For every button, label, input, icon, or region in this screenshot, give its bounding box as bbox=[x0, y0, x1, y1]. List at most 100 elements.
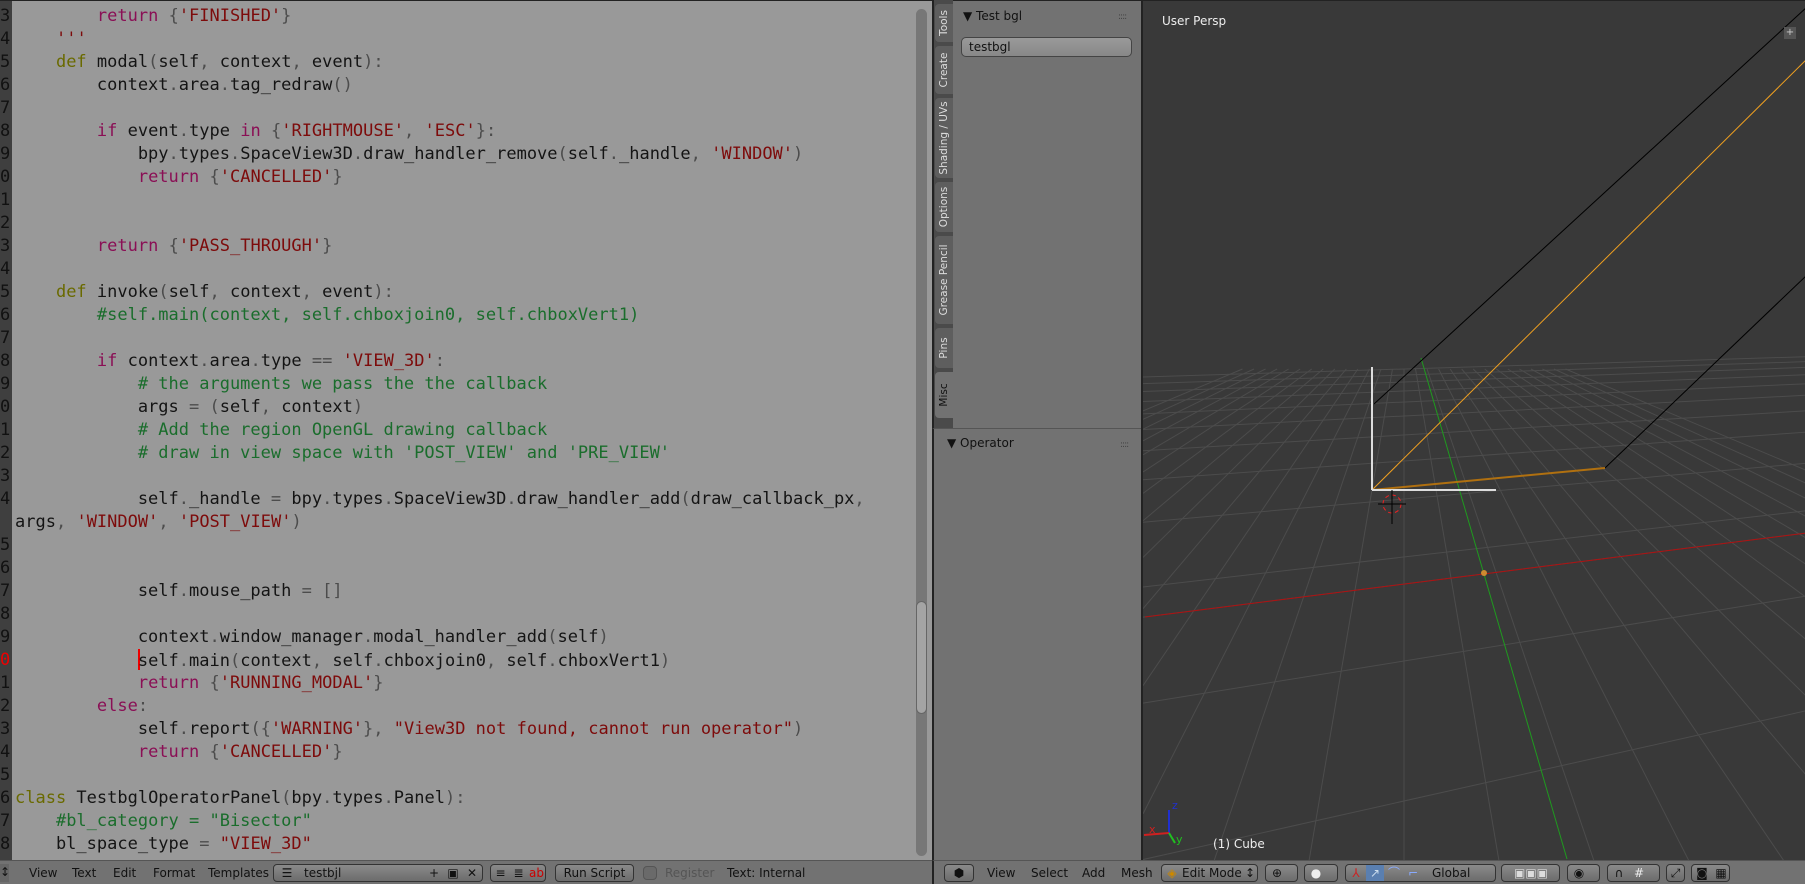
mesh-select-mode-icons: ▣▣▣ bbox=[1513, 866, 1548, 880]
code-line[interactable]: def modal(self, context, event): bbox=[15, 51, 384, 74]
code-line[interactable]: #self.main(context, self.chboxjoin0, sel… bbox=[15, 304, 639, 327]
menu-templates[interactable]: Templates bbox=[208, 866, 269, 880]
code-line[interactable]: if event.type in {'RIGHTMOUSE', 'ESC'}: bbox=[15, 120, 496, 143]
rotate-manipulator-icon[interactable]: ⌒ bbox=[1385, 865, 1403, 881]
proportional-editing-dropdown[interactable]: ◉ bbox=[1567, 864, 1600, 882]
menu-edit[interactable]: Edit bbox=[113, 866, 136, 880]
code-line[interactable]: # draw in view space with 'POST_VIEW' an… bbox=[15, 442, 670, 465]
line-numbers-toggle-icon[interactable]: ≡ bbox=[492, 865, 509, 881]
code-line[interactable]: # Add the region OpenGL drawing callback bbox=[15, 419, 547, 442]
menu-view[interactable]: View bbox=[29, 866, 57, 880]
code-line[interactable]: return {'CANCELLED'} bbox=[15, 741, 343, 764]
tool-shelf: ▼ Test bgl :::: testbgl bbox=[953, 0, 1141, 428]
grid-line bbox=[1213, 368, 1382, 860]
panel-header-test-bgl[interactable]: ▼ Test bgl bbox=[963, 9, 1022, 23]
drag-grip-icon[interactable]: :::: bbox=[1118, 12, 1127, 22]
viewport-shading-dropdown[interactable]: ● bbox=[1304, 864, 1338, 882]
grid-line bbox=[1143, 368, 1359, 686]
code-line[interactable]: class TestbglOperatorPanel(bpy.types.Pan… bbox=[15, 787, 465, 810]
text-datablock-selector[interactable]: ☰ testbjl + ▣ ✕ bbox=[273, 864, 483, 882]
tab-pins[interactable]: Pins bbox=[935, 328, 953, 368]
code-line[interactable]: if context.area.type == 'VIEW_3D': bbox=[15, 350, 445, 373]
register-label: Register bbox=[665, 866, 715, 880]
unlink-text-icon[interactable]: ✕ bbox=[464, 865, 480, 881]
mode-dropdown[interactable]: ◈ Edit Mode ↕ bbox=[1161, 864, 1258, 882]
menu-text[interactable]: Text bbox=[72, 866, 96, 880]
manipulator-toggle-icon[interactable]: ⅄ bbox=[1347, 865, 1365, 881]
code-line[interactable]: return {'FINISHED'} bbox=[15, 5, 292, 28]
line-number: 4 bbox=[0, 259, 11, 279]
code-line[interactable]: self._handle = bpy.types.SpaceView3D.dra… bbox=[15, 488, 865, 511]
code-line[interactable]: args = (self, context) bbox=[15, 396, 363, 419]
line-number: 3 bbox=[0, 6, 11, 26]
scrollbar-thumb[interactable] bbox=[916, 601, 927, 714]
menu-add[interactable]: Add bbox=[1082, 866, 1105, 880]
line-number: 0 bbox=[0, 167, 11, 187]
editor-type-button[interactable]: ⬢ bbox=[944, 864, 974, 882]
operator-panel: ▼ Operator :::: bbox=[932, 428, 1141, 860]
code-line[interactable]: #bl_category = "Bisector" bbox=[15, 810, 312, 833]
panel-header-operator[interactable]: ▼ Operator bbox=[947, 436, 1014, 450]
3d-viewport[interactable]: z x y User Persp (1) Cube + bbox=[1141, 0, 1805, 860]
pivot-point-dropdown[interactable]: ⊕ bbox=[1265, 864, 1298, 882]
code-line[interactable]: context.area.tag_redraw() bbox=[15, 74, 353, 97]
snap-controls[interactable]: ∩ # bbox=[1607, 864, 1660, 882]
display-toggles: ≡ ≣ ab bbox=[490, 864, 546, 882]
tab-shading-uvs[interactable]: Shading / UVs bbox=[935, 98, 953, 178]
testbgl-button[interactable]: testbgl bbox=[961, 37, 1132, 57]
syntax-highlight-toggle-icon[interactable]: ab bbox=[528, 865, 545, 881]
code-line[interactable]: return {'PASS_THROUGH'} bbox=[15, 235, 332, 258]
code-line[interactable]: self.report({'WARNING'}, "View3D not fou… bbox=[15, 718, 803, 741]
line-number: 9 bbox=[0, 627, 11, 647]
layer-display-buttons[interactable]: ▣▣▣ bbox=[1501, 864, 1560, 882]
disclosure-triangle-icon: ▼ bbox=[947, 436, 961, 450]
text-browse-icon[interactable]: ☰ bbox=[276, 865, 298, 881]
code-line[interactable]: bl_space_type = "VIEW_3D" bbox=[15, 833, 312, 856]
orientation-dropdown[interactable]: Global bbox=[1432, 865, 1470, 881]
render-buttons[interactable]: ◙ ▦ bbox=[1691, 864, 1730, 882]
tab-create[interactable]: Create bbox=[935, 46, 953, 94]
tab-misc[interactable]: Misc bbox=[935, 372, 953, 418]
menu-view[interactable]: View bbox=[987, 866, 1015, 880]
new-text-icon[interactable]: + bbox=[426, 865, 442, 881]
code-line[interactable]: return {'RUNNING_MODAL'} bbox=[15, 672, 384, 695]
shading-icon: ● bbox=[1310, 866, 1322, 880]
word-wrap-toggle-icon[interactable]: ≣ bbox=[510, 865, 527, 881]
tab-options[interactable]: Options bbox=[935, 182, 953, 232]
tab-label: Pins bbox=[938, 337, 950, 359]
line-number: 5 bbox=[0, 535, 11, 555]
scale-manipulator-icon[interactable]: ⌐ bbox=[1404, 865, 1422, 881]
editor-type-icon[interactable]: ↕ bbox=[0, 864, 10, 882]
code-line[interactable]: context.window_manager.modal_handler_add… bbox=[15, 626, 609, 649]
tab-grease-pencil[interactable]: Grease Pencil bbox=[935, 236, 953, 324]
expand-properties-icon[interactable]: + bbox=[1784, 27, 1796, 39]
tab-tools[interactable]: Tools bbox=[935, 4, 953, 42]
code-line[interactable]: self.mouse_path = [] bbox=[15, 580, 343, 603]
run-script-button[interactable]: Run Script bbox=[555, 864, 634, 882]
open-text-icon[interactable]: ▣ bbox=[444, 865, 462, 881]
edit-mode-icon: ◈ bbox=[1167, 866, 1177, 880]
grid-line bbox=[1426, 368, 1595, 860]
axis-widget-label: y bbox=[1176, 833, 1183, 846]
register-checkbox[interactable] bbox=[643, 866, 657, 880]
code-line[interactable]: else: bbox=[15, 695, 148, 718]
text-editor[interactable]: 3 return {'FINISHED'} 4 ''' 5 def modal(se… bbox=[0, 0, 932, 860]
vertical-scrollbar[interactable] bbox=[916, 9, 927, 856]
drag-grip-icon[interactable]: :::: bbox=[1120, 440, 1129, 450]
code-line[interactable]: args, 'WINDOW', 'POST_VIEW') bbox=[15, 511, 302, 534]
code-area[interactable]: 3 return {'FINISHED'} 4 ''' 5 def modal(se… bbox=[0, 5, 912, 857]
code-line[interactable]: return {'CANCELLED'} bbox=[15, 166, 343, 189]
code-line[interactable]: self.main(context, self.chboxjoin0, self… bbox=[15, 649, 670, 672]
code-line[interactable]: def invoke(self, context, event): bbox=[15, 281, 394, 304]
menu-select[interactable]: Select bbox=[1031, 866, 1068, 880]
code-line[interactable]: bpy.types.SpaceView3D.draw_handler_remov… bbox=[15, 143, 803, 166]
selected-edge bbox=[1371, 60, 1805, 491]
code-line[interactable]: # the arguments we pass the the callback bbox=[15, 373, 547, 396]
menu-format[interactable]: Format bbox=[153, 866, 195, 880]
code-line[interactable]: ''' bbox=[15, 28, 87, 51]
translate-manipulator-icon[interactable]: ↗ bbox=[1366, 865, 1384, 881]
opengl-render-button[interactable]: ⤢ bbox=[1666, 864, 1685, 882]
grid-line bbox=[1143, 368, 1266, 430]
line-number: 5 bbox=[0, 282, 11, 302]
menu-mesh[interactable]: Mesh bbox=[1121, 866, 1153, 880]
